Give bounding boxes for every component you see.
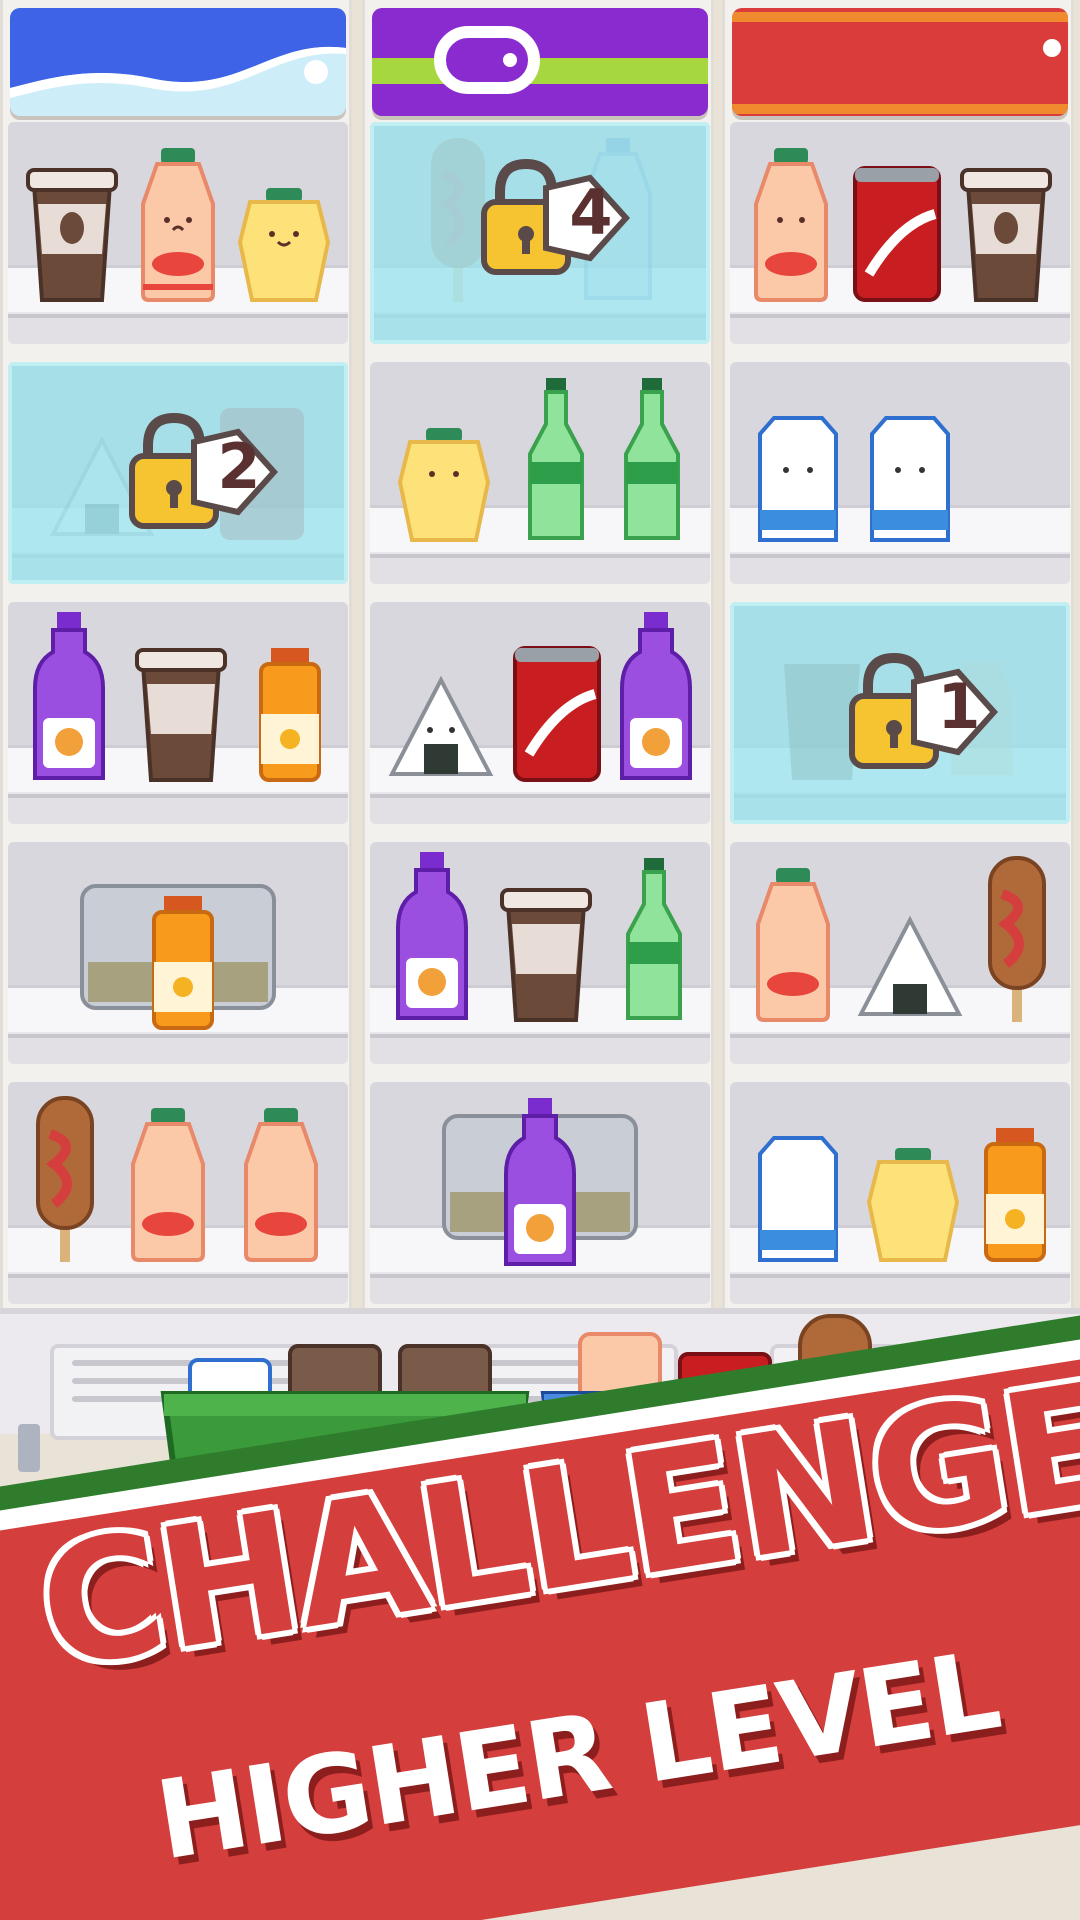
milk-carton-item[interactable] bbox=[750, 414, 846, 544]
milk-carton-item[interactable] bbox=[862, 414, 958, 544]
sign-water bbox=[10, 8, 346, 116]
soda-bottle-item[interactable] bbox=[622, 854, 686, 1024]
shelf-r1c3[interactable] bbox=[730, 122, 1070, 344]
pudding-cup-item[interactable] bbox=[396, 424, 492, 544]
orange-juice-item[interactable] bbox=[148, 892, 218, 1032]
shelf-r4c1[interactable] bbox=[8, 842, 348, 1064]
shelf-r2c1-frozen[interactable]: 2 bbox=[8, 362, 348, 584]
sign-red bbox=[732, 8, 1068, 116]
lock-count: 2 bbox=[217, 430, 261, 503]
coffee-cup-item[interactable] bbox=[498, 884, 594, 1024]
coffee-cup-item[interactable] bbox=[958, 164, 1054, 304]
coffee-cup-item[interactable] bbox=[133, 644, 229, 784]
orange-juice-item[interactable] bbox=[980, 1124, 1050, 1264]
lock-count: 1 bbox=[937, 670, 981, 743]
shelf-r2c3[interactable] bbox=[730, 362, 1070, 584]
yogurt-bottle-item[interactable] bbox=[748, 864, 838, 1024]
game-screen: 4 2 1 CHALLENGE HIGHER LEVEL bbox=[0, 0, 1080, 1920]
grape-bottle-item[interactable] bbox=[394, 848, 470, 1024]
cola-can-item[interactable] bbox=[849, 164, 945, 304]
shelf-r4c3[interactable] bbox=[730, 842, 1070, 1064]
soda-bottle-item[interactable] bbox=[620, 374, 684, 544]
shelf-r2c2[interactable] bbox=[370, 362, 710, 584]
shelf-r5c2[interactable] bbox=[370, 1082, 710, 1304]
grape-bottle-item[interactable] bbox=[31, 608, 107, 784]
shelf-r3c1[interactable] bbox=[8, 602, 348, 824]
yogurt-bottle-item[interactable] bbox=[236, 1104, 326, 1264]
shelf-r4c2[interactable] bbox=[370, 842, 710, 1064]
corn-dog-item[interactable] bbox=[982, 854, 1052, 1024]
corn-dog-item[interactable] bbox=[30, 1094, 100, 1264]
milk-carton-item[interactable] bbox=[750, 1134, 846, 1264]
shelf-r1c2-frozen[interactable]: 4 bbox=[370, 122, 710, 344]
yogurt-bottle-item[interactable] bbox=[133, 144, 223, 304]
grape-bottle-item[interactable] bbox=[618, 608, 694, 784]
pudding-cup-item[interactable] bbox=[236, 184, 332, 304]
onigiri-item[interactable] bbox=[386, 674, 496, 784]
orange-juice-item[interactable] bbox=[255, 644, 325, 784]
shelf-r1c1[interactable] bbox=[8, 122, 348, 344]
onigiri-item[interactable] bbox=[855, 914, 965, 1024]
yogurt-bottle-item[interactable] bbox=[746, 144, 836, 304]
yogurt-bottle-item[interactable] bbox=[123, 1104, 213, 1264]
coffee-cup-item[interactable] bbox=[24, 164, 120, 304]
shelf-r3c3-frozen[interactable]: 1 bbox=[730, 602, 1070, 824]
soda-bottle-item[interactable] bbox=[524, 374, 588, 544]
lock-count: 4 bbox=[569, 176, 613, 249]
sign-purple bbox=[372, 8, 708, 116]
shelf-r3c2[interactable] bbox=[370, 602, 710, 824]
grape-bottle-item[interactable] bbox=[502, 1094, 578, 1270]
shelf-r5c1[interactable] bbox=[8, 1082, 348, 1304]
cola-can-item[interactable] bbox=[509, 644, 605, 784]
shelf-r5c3[interactable] bbox=[730, 1082, 1070, 1304]
pudding-cup-item[interactable] bbox=[865, 1144, 961, 1264]
